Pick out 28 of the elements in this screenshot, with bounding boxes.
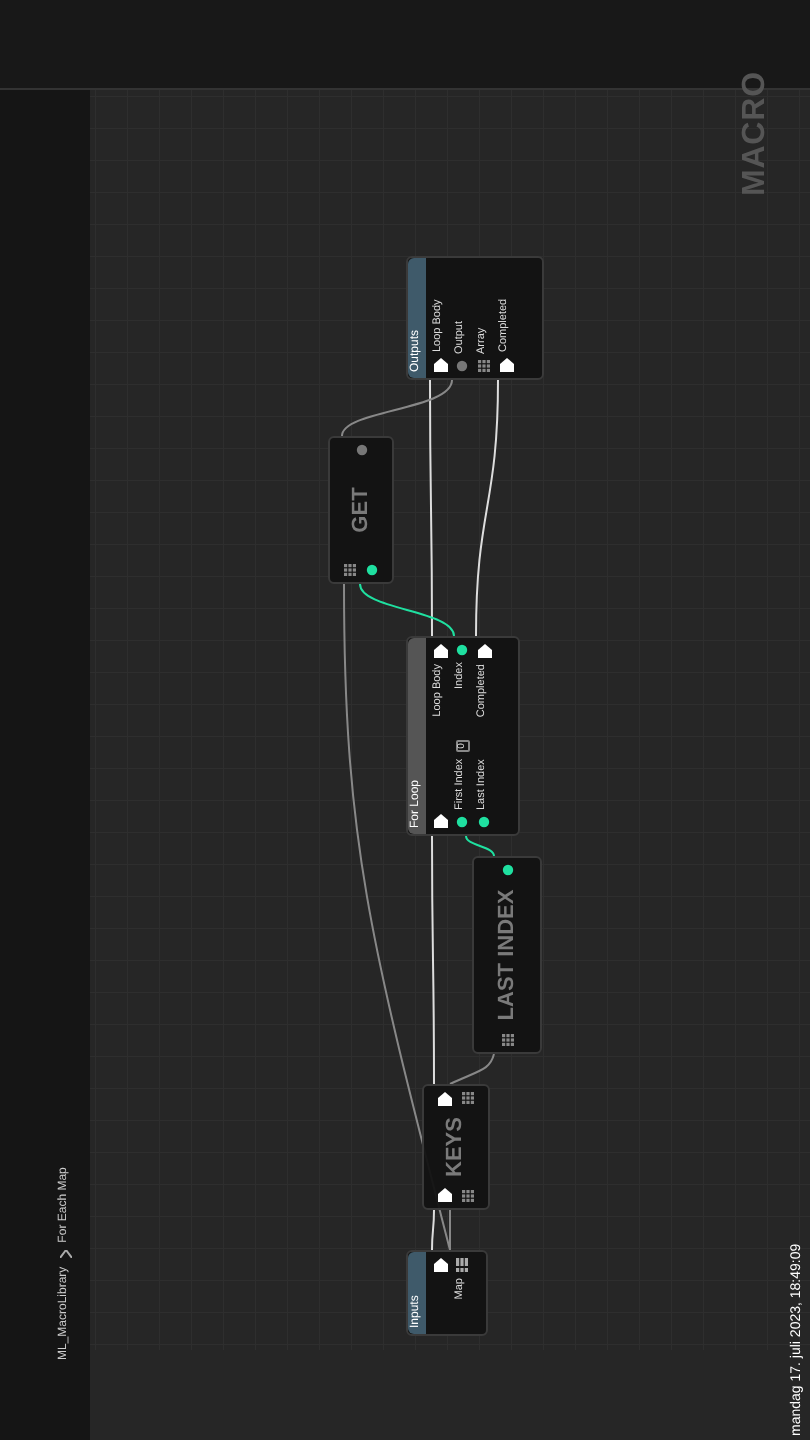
circle-pin-icon[interactable] xyxy=(366,564,378,576)
circle-pin-icon[interactable] xyxy=(478,816,490,828)
grid-pin-icon[interactable] xyxy=(478,360,490,372)
circle-pin-icon[interactable] xyxy=(501,864,513,876)
exec-pin-icon[interactable] xyxy=(433,814,447,828)
node-title: KEYS xyxy=(445,1115,467,1181)
wire xyxy=(465,835,495,857)
circle-pin-icon[interactable] xyxy=(456,816,468,828)
grid-pin-icon[interactable] xyxy=(344,564,356,576)
exec-pin-icon[interactable] xyxy=(433,1258,447,1272)
exec-pin-icon[interactable] xyxy=(477,644,491,658)
graph-node[interactable]: KEYS xyxy=(422,1084,490,1210)
node-title: LAST INDEX xyxy=(496,887,518,1025)
chevron-icon xyxy=(59,1250,71,1259)
exec-pin-icon[interactable] xyxy=(433,358,447,372)
exec-pin-icon[interactable] xyxy=(433,644,447,658)
graph-node[interactable]: LAST INDEX xyxy=(472,856,542,1054)
circle-pin-icon[interactable] xyxy=(456,644,468,656)
graph-node[interactable]: GET xyxy=(328,436,394,584)
grid-pin-icon[interactable] xyxy=(501,1034,513,1046)
grid-pin-icon[interactable] xyxy=(461,1190,473,1202)
grid-pin-icon[interactable] xyxy=(456,1258,468,1272)
exec-pin-icon[interactable] xyxy=(438,1188,452,1202)
node-title: GET xyxy=(350,485,372,537)
grid-pin-icon[interactable] xyxy=(461,1092,473,1104)
exec-pin-icon[interactable] xyxy=(499,358,513,372)
exec-pin-icon[interactable] xyxy=(438,1092,452,1106)
graph-label: MACRO xyxy=(736,71,774,196)
